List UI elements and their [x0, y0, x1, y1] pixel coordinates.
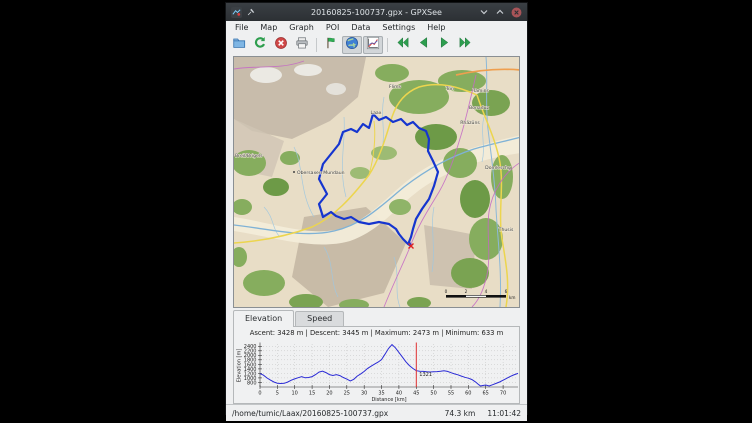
- menu-poi[interactable]: POI: [320, 22, 345, 33]
- print-icon: [295, 35, 309, 54]
- reload-icon: [253, 35, 267, 54]
- statusbar-time: 11:01:42: [487, 409, 521, 418]
- show-map-toggle-button[interactable]: [342, 36, 362, 54]
- map-label: Breil/Brigels: [235, 153, 263, 159]
- svg-text:45: 45: [413, 391, 419, 397]
- previous-track-icon: [416, 35, 431, 54]
- open-file-button[interactable]: [229, 36, 249, 54]
- app-icon: [231, 7, 242, 18]
- elevation-panel: Ascent: 3428 m | Descent: 3445 m | Maxim…: [233, 326, 520, 404]
- map-label: Obersaxen Mundaun: [297, 170, 345, 176]
- titlebar[interactable]: 20160825-100737.gpx - GPXSee: [226, 3, 527, 21]
- poi-flag-icon: [324, 35, 338, 54]
- previous-track-button[interactable]: [413, 36, 433, 54]
- show-graph-toggle-button[interactable]: [363, 36, 383, 54]
- next-track-button[interactable]: [434, 36, 454, 54]
- statusbar-file-path: /home/tumic/Laax/20160825-100737.gpx: [232, 409, 445, 418]
- svg-text:70: 70: [500, 391, 506, 397]
- svg-text:Distance [km]: Distance [km]: [371, 397, 406, 403]
- svg-text:15: 15: [309, 391, 315, 397]
- map-label: Tamins: [472, 88, 490, 94]
- last-track-button[interactable]: [455, 36, 475, 54]
- menu-file[interactable]: File: [229, 22, 254, 33]
- open-file-icon: [232, 35, 246, 54]
- minimize-button[interactable]: [479, 7, 489, 17]
- map-label: Thusis: [498, 227, 514, 233]
- map-label: Laax: [371, 110, 382, 116]
- tab-speed[interactable]: Speed: [295, 311, 344, 326]
- close-button[interactable]: [511, 7, 522, 18]
- show-map-globe-icon: [345, 35, 359, 54]
- svg-text:1321: 1321: [419, 372, 432, 378]
- menu-map[interactable]: Map: [254, 22, 283, 33]
- toolbar-separator: [316, 38, 317, 52]
- menu-help[interactable]: Help: [421, 22, 451, 33]
- close-file-icon: [274, 35, 288, 54]
- map-label: Flims: [389, 84, 402, 90]
- svg-text:20: 20: [326, 391, 332, 397]
- svg-text:Elevation [m]: Elevation [m]: [237, 349, 243, 383]
- maximize-button[interactable]: [495, 7, 505, 17]
- svg-text:55: 55: [448, 391, 454, 397]
- tab-elevation[interactable]: Elevation: [233, 310, 294, 327]
- svg-text:25: 25: [344, 391, 350, 397]
- reload-button[interactable]: [250, 36, 270, 54]
- svg-text:0: 0: [258, 391, 261, 397]
- menu-data[interactable]: Data: [345, 22, 376, 33]
- statusbar-distance: 74.3 km: [445, 409, 476, 418]
- last-track-icon: [458, 35, 473, 54]
- svg-text:10: 10: [292, 391, 298, 397]
- map-label: Domleschg: [485, 165, 511, 171]
- print-button[interactable]: [292, 36, 312, 54]
- map-label: Bonaduz: [469, 105, 490, 111]
- svg-text:6: 6: [505, 289, 508, 294]
- close-file-button[interactable]: [271, 36, 291, 54]
- map-label: Rhäzüns: [460, 120, 480, 126]
- statusbar: /home/tumic/Laax/20160825-100737.gpx 74.…: [226, 404, 527, 421]
- next-track-icon: [437, 35, 452, 54]
- svg-text:30: 30: [361, 391, 367, 397]
- map-canvas: Flims Laax Trin Tamins Bonaduz Rhäzüns B…: [234, 57, 520, 307]
- svg-text:60: 60: [465, 391, 471, 397]
- show-graph-icon: [366, 35, 380, 54]
- svg-text:0: 0: [445, 289, 448, 294]
- menubar: File Map Graph POI Data Settings Help: [226, 21, 527, 34]
- graph-stats: Ascent: 3428 m | Descent: 3445 m | Maxim…: [234, 327, 519, 341]
- menu-settings[interactable]: Settings: [376, 22, 421, 33]
- svg-text:40: 40: [396, 391, 402, 397]
- graph-tabbar: Elevation Speed: [233, 310, 520, 326]
- first-track-icon: [395, 35, 410, 54]
- svg-text:5: 5: [276, 391, 279, 397]
- svg-text:35: 35: [378, 391, 384, 397]
- elevation-graph[interactable]: 8001000120014001600180020002200240005101…: [234, 341, 521, 403]
- svg-text:4: 4: [485, 289, 488, 294]
- menu-graph[interactable]: Graph: [283, 22, 320, 33]
- poi-toggle-button[interactable]: [321, 36, 341, 54]
- svg-text:50: 50: [430, 391, 436, 397]
- svg-text:65: 65: [483, 391, 489, 397]
- gpxsee-window: 20160825-100737.gpx - GPXSee File Map Gr…: [225, 2, 528, 415]
- svg-text:2: 2: [465, 289, 468, 294]
- map-scale-unit: km: [509, 295, 516, 300]
- map-view[interactable]: Flims Laax Trin Tamins Bonaduz Rhäzüns B…: [233, 56, 520, 308]
- svg-text:2400: 2400: [244, 344, 257, 350]
- toolbar: [226, 34, 527, 55]
- toolbar-separator: [387, 38, 388, 52]
- first-track-button[interactable]: [392, 36, 412, 54]
- map-label: Trin: [445, 86, 454, 92]
- pin-icon[interactable]: [246, 7, 256, 17]
